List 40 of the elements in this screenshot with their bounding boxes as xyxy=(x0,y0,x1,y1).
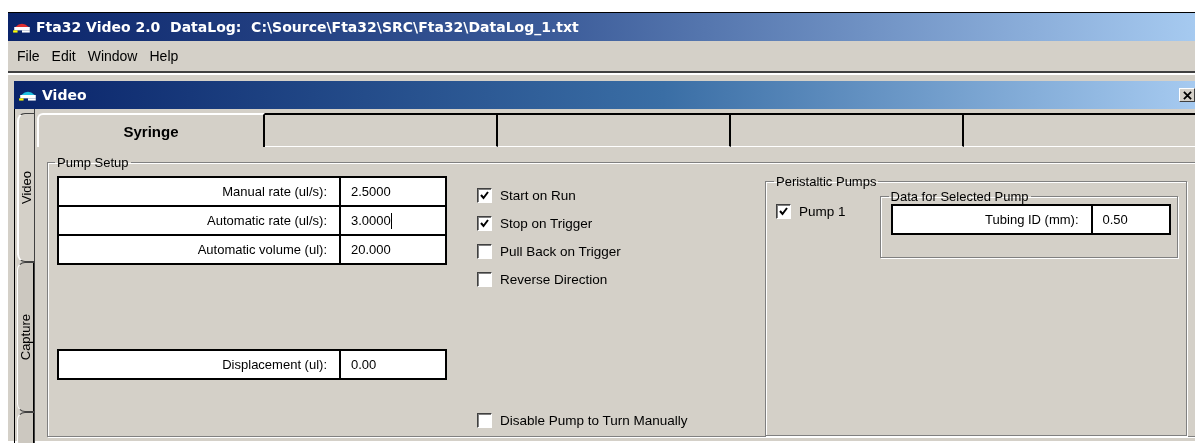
checkbox-label: Disable Pump to Turn Manually xyxy=(500,412,688,428)
field-label: Manual rate (ul/s): xyxy=(59,178,341,205)
menu-item[interactable]: Help xyxy=(144,46,186,66)
tab[interactable] xyxy=(731,113,964,147)
tab[interactable]: Syringe xyxy=(37,113,265,147)
tab[interactable] xyxy=(498,113,731,147)
side-tab[interactable] xyxy=(17,411,34,443)
side-tab[interactable]: Video xyxy=(17,113,34,263)
window-title: Fta32 Video 2.0 DataLog: C:\Source\Fta32\SRC\Fta32\DataLog_1.txt xyxy=(36,19,579,35)
field-label: Displacement (ul): xyxy=(59,351,341,378)
input-field[interactable]: 0.50 xyxy=(1092,212,1169,227)
side-tab[interactable]: Capture xyxy=(17,262,34,412)
group-title: Peristaltic Pumps xyxy=(775,174,878,189)
menu-item[interactable]: File xyxy=(12,46,47,66)
checkbox[interactable] xyxy=(477,271,492,287)
group-title: Data for Selected Pump xyxy=(889,189,1030,204)
menu-item[interactable]: Edit xyxy=(46,46,83,66)
tab[interactable] xyxy=(265,113,498,147)
checkbox[interactable] xyxy=(477,215,492,231)
checkbox[interactable] xyxy=(477,243,492,259)
child-window-title: Video xyxy=(42,87,87,103)
tab[interactable] xyxy=(964,113,1195,147)
field-label: Automatic volume (ul): xyxy=(59,236,341,263)
input-field[interactable]: 20.000 xyxy=(341,242,391,257)
field-label: Automatic rate (ul/s): xyxy=(59,207,341,234)
input-field[interactable]: 2.5000 xyxy=(341,184,391,199)
checkbox[interactable] xyxy=(776,203,791,219)
checkbox-label: Reverse Direction xyxy=(500,271,608,287)
checkbox[interactable] xyxy=(477,187,492,203)
close-button[interactable] xyxy=(1179,88,1195,102)
group-title: Pump Setup xyxy=(56,155,130,170)
input-field[interactable]: 0.00 xyxy=(341,357,377,372)
checkbox[interactable] xyxy=(477,412,492,428)
checkbox-label: Pull Back on Trigger xyxy=(500,243,621,259)
input-field[interactable]: 3.0000 xyxy=(341,212,392,229)
checkbox-label: Start on Run xyxy=(500,187,576,203)
checkbox-label: Pump 1 xyxy=(799,203,846,219)
menu-item[interactable]: Window xyxy=(82,46,145,66)
checkbox-label: Stop on Trigger xyxy=(500,215,593,231)
field-label: Tubing ID (mm): xyxy=(892,206,1093,233)
